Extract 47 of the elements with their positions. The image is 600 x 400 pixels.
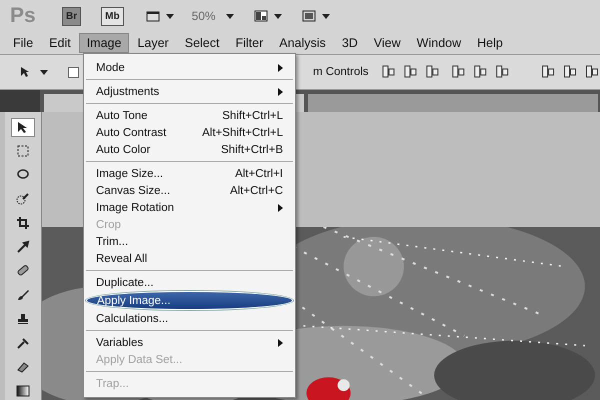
gradient-icon[interactable] (16, 384, 30, 398)
menu-option[interactable]: Auto Color Shift+Ctrl+B (86, 141, 293, 158)
menu-option[interactable]: Variables (86, 334, 293, 351)
menu-item[interactable]: Edit (41, 33, 79, 53)
menu-item[interactable]: File (5, 33, 42, 53)
caret-icon[interactable] (226, 14, 234, 18)
menu-option[interactable]: Mode (86, 59, 293, 76)
zoom-level[interactable]: 50% (192, 9, 216, 23)
menu-option[interactable]: Image Rotation (86, 199, 293, 216)
screen-mode-icon[interactable] (300, 9, 318, 23)
menu-item[interactable]: Help (469, 33, 511, 53)
menu-option[interactable]: Image Size... Alt+Ctrl+I (86, 165, 293, 182)
menu-option[interactable]: Duplicate... (86, 274, 293, 291)
menu-option[interactable]: Calculations... (86, 310, 293, 327)
menu-option[interactable]: Trim... (86, 233, 293, 250)
menu-item[interactable]: Analysis (271, 33, 334, 53)
checkbox[interactable] (68, 66, 79, 78)
caret-icon[interactable] (322, 14, 330, 18)
menu-option[interactable]: Adjustments (86, 83, 293, 100)
menu-item[interactable]: Layer (129, 33, 177, 53)
menu-option[interactable]: Auto Contrast Alt+Shift+Ctrl+L (86, 124, 293, 141)
quick-selection-icon[interactable] (16, 192, 30, 206)
layout-icon[interactable] (252, 9, 270, 23)
caret-icon[interactable] (40, 70, 48, 74)
mini-bridge-button[interactable]: Mb (101, 6, 124, 26)
option-label: m Controls (312, 66, 369, 78)
brush-icon[interactable] (16, 288, 30, 302)
menu-option[interactable]: Reveal All (86, 250, 293, 267)
caret-icon[interactable] (166, 14, 174, 18)
menu-item[interactable]: Filter (227, 33, 272, 53)
stamp-icon[interactable] (16, 312, 30, 326)
menu-item[interactable]: Select (176, 33, 228, 53)
align-icons-drawing[interactable] (380, 64, 600, 80)
app-logo: Ps (10, 4, 37, 28)
menu-option[interactable]: Apply Image... (86, 291, 293, 310)
menu-item[interactable]: Image (78, 33, 130, 53)
menu-item[interactable]: Window (408, 33, 470, 53)
crop-tool-icon[interactable] (16, 216, 30, 230)
bridge-button[interactable]: Br (62, 6, 82, 26)
menu-item[interactable]: 3D (334, 33, 366, 53)
panel-header (0, 90, 40, 112)
marquee-tool-icon[interactable] (16, 144, 30, 158)
menu-option[interactable]: Canvas Size... Alt+Ctrl+C (86, 182, 293, 199)
menu-option[interactable]: Auto Tone Shift+Ctrl+L (86, 107, 293, 124)
caret-icon[interactable] (274, 14, 282, 18)
eraser-icon[interactable] (16, 360, 30, 374)
menu-item[interactable]: View (366, 33, 409, 53)
